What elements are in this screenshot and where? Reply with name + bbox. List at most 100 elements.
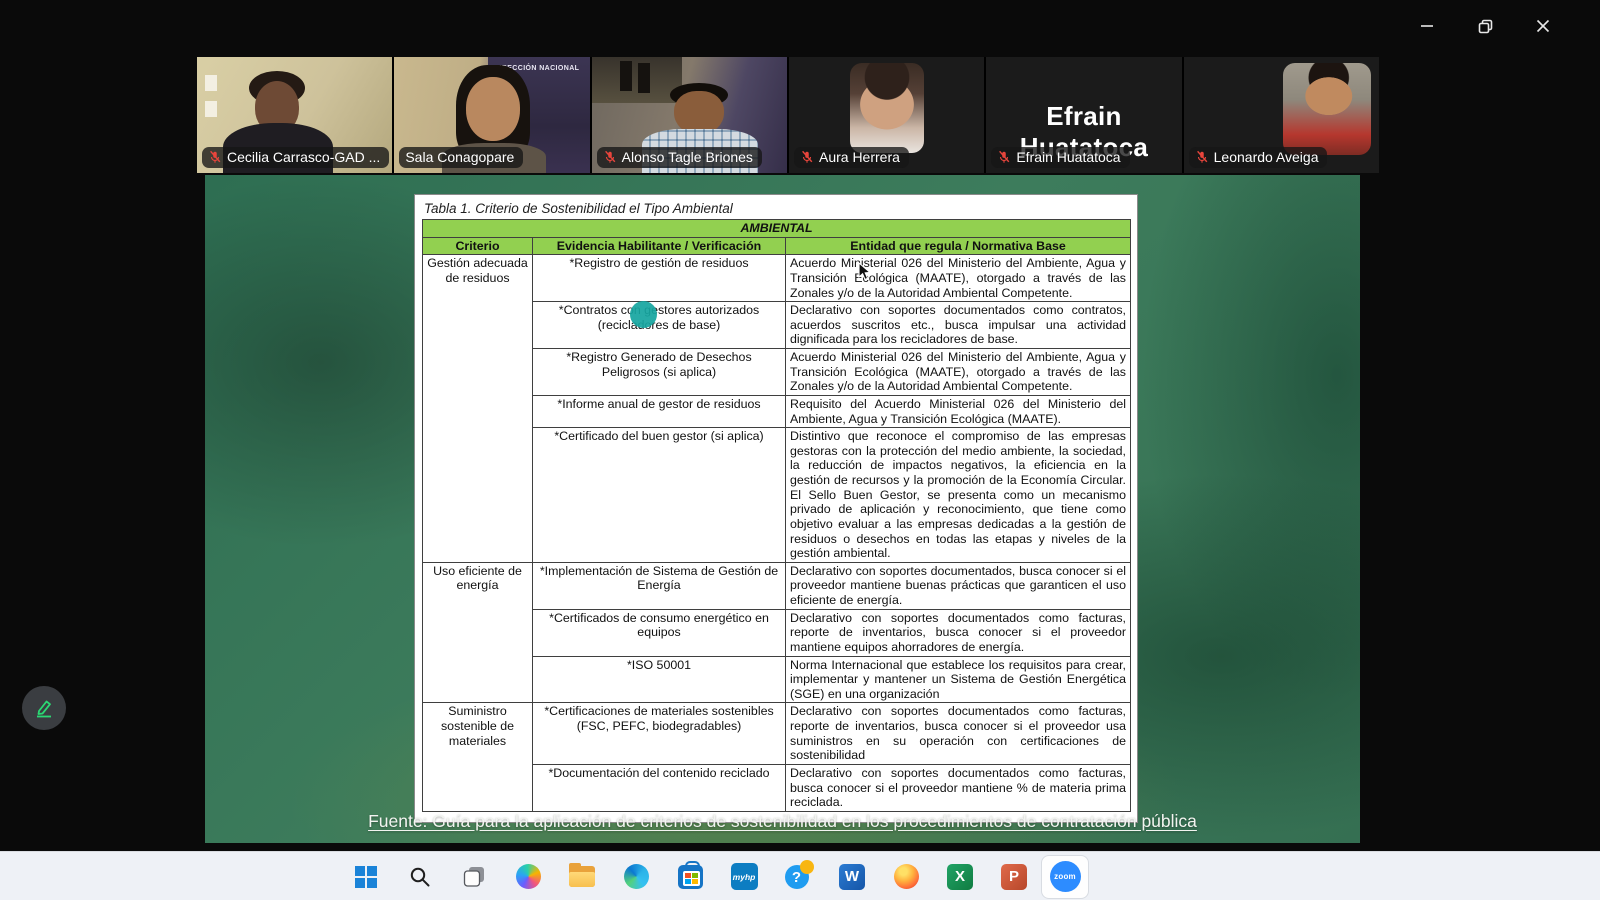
zoom-app-button-active[interactable]: zoom	[1041, 855, 1089, 899]
table-row: Suministro sostenible de materiales *Cer…	[423, 703, 1131, 765]
mic-muted-icon	[997, 150, 1011, 164]
participant-name: Sala Conagopare	[405, 149, 514, 165]
participant-tile-alonso[interactable]: Alonso Tagle Briones	[592, 57, 787, 173]
pencil-icon	[32, 696, 56, 720]
close-icon	[1536, 19, 1550, 33]
word-icon: W	[839, 864, 865, 890]
column-header-criterio: Criterio	[423, 237, 533, 255]
firefox-button[interactable]	[879, 854, 933, 900]
criterio-cell: Uso eficiente de energía	[423, 562, 533, 703]
task-view-button[interactable]	[447, 854, 501, 900]
avatar	[1283, 63, 1371, 155]
myhp-button[interactable]: myhp	[717, 854, 771, 900]
annotation-dot	[630, 301, 657, 328]
participant-tile-cecilia[interactable]: Cecilia Carrasco-GAD ...	[197, 57, 392, 173]
evidencia-cell: *Certificados de consumo energético en e…	[533, 609, 786, 656]
participant-label: Aura Herrera	[794, 147, 909, 168]
mic-muted-icon	[208, 150, 222, 164]
search-icon	[408, 865, 432, 889]
evidencia-cell: *Implementación de Sistema de Gestión de…	[533, 562, 786, 609]
copilot-button[interactable]	[501, 854, 555, 900]
minimize-icon	[1420, 19, 1434, 33]
participant-name: Aura Herrera	[819, 149, 900, 165]
search-button[interactable]	[393, 854, 447, 900]
get-help-icon: ?	[785, 863, 812, 890]
entidad-cell: Declarativo con soportes documentados co…	[786, 703, 1131, 765]
microsoft-store-button[interactable]	[663, 854, 717, 900]
entidad-cell: Acuerdo Ministerial 026 del Ministerio d…	[786, 255, 1131, 302]
windows-taskbar: 1 myhp ?	[0, 851, 1600, 900]
start-button[interactable]	[339, 854, 393, 900]
microsoft-store-icon	[678, 865, 703, 889]
entidad-cell: Acuerdo Ministerial 026 del Ministerio d…	[786, 349, 1131, 396]
participant-tile-leonardo[interactable]: Leonardo Aveiga	[1184, 57, 1379, 173]
restore-icon	[1478, 19, 1493, 34]
video-gallery: Cecilia Carrasco-GAD ... DIRECCIÓN NACIO…	[197, 57, 1379, 173]
evidencia-cell: *Documentación del contenido reciclado	[533, 764, 786, 811]
participant-tile-sala-active-speaker[interactable]: DIRECCIÓN NACIONAL Sala Conagopare	[394, 57, 589, 173]
participant-name: Cecilia Carrasco-GAD ...	[227, 149, 380, 165]
participant-label: Efrain Huatatoca	[991, 147, 1129, 168]
powerpoint-icon: P	[1001, 864, 1027, 890]
shared-screen-content: Tabla 1. Criterio de Sostenibilidad el T…	[205, 175, 1360, 843]
task-view-icon	[462, 864, 487, 889]
zoom-meeting-window: Cecilia Carrasco-GAD ... DIRECCIÓN NACIO…	[0, 0, 1600, 900]
entidad-cell: Requisito del Acuerdo Ministerial 026 de…	[786, 395, 1131, 427]
restore-button[interactable]	[1462, 10, 1508, 42]
excel-icon: X	[947, 864, 973, 890]
participant-label: Sala Conagopare	[399, 147, 523, 168]
mic-muted-icon	[800, 150, 814, 164]
entidad-cell: Declarativo con soportes documentados co…	[786, 302, 1131, 349]
file-explorer-icon	[569, 866, 595, 887]
table-title: Tabla 1. Criterio de Sostenibilidad el T…	[424, 201, 1130, 216]
file-explorer-button[interactable]	[555, 854, 609, 900]
participant-tile-aura[interactable]: Aura Herrera	[789, 57, 984, 173]
avatar	[850, 63, 924, 153]
mouse-cursor	[857, 262, 873, 287]
evidencia-cell: *Certificado del buen gestor (si aplica)	[533, 428, 786, 563]
table-row: Uso eficiente de energía *Implementación…	[423, 562, 1131, 609]
word-button[interactable]: W	[825, 854, 879, 900]
participant-label: Cecilia Carrasco-GAD ...	[202, 147, 389, 168]
criterio-cell: Gestión adecuada de residuos	[423, 255, 533, 563]
help-notification-dot	[800, 860, 814, 874]
participant-label: Leonardo Aveiga	[1189, 147, 1328, 168]
participant-label: Alonso Tagle Briones	[597, 147, 762, 168]
participant-name: Leonardo Aveiga	[1214, 149, 1319, 165]
table-panel: Tabla 1. Criterio de Sostenibilidad el T…	[415, 195, 1137, 822]
table-merged-header: AMBIENTAL	[423, 220, 1131, 238]
criterio-cell: Suministro sostenible de materiales	[423, 703, 533, 811]
evidencia-cell: *Contratos con gestores autorizados (rec…	[533, 302, 786, 349]
zoom-icon: zoom	[1050, 861, 1081, 892]
column-header-evidencia: Evidencia Habilitante / Verificación	[533, 237, 786, 255]
participant-name: Alonso Tagle Briones	[622, 149, 753, 165]
excel-button[interactable]: X	[933, 854, 987, 900]
windows-logo-icon	[355, 866, 377, 888]
edge-button[interactable]	[609, 854, 663, 900]
source-caption: Fuente: Guía para la aplicación de crite…	[205, 811, 1360, 832]
participant-tile-efrain[interactable]: Efrain Huatatoca Efrain Huatatoca	[986, 57, 1181, 173]
mic-muted-icon	[1195, 150, 1209, 164]
entidad-cell: Declarativo con soportes documentados co…	[786, 764, 1131, 811]
evidencia-cell: *Informe anual de gestor de residuos	[533, 395, 786, 427]
entidad-cell: Distintivo que reconoce el compromiso de…	[786, 428, 1131, 563]
column-header-entidad: Entidad que regula / Normativa Base	[786, 237, 1131, 255]
participant-name: Efrain Huatatoca	[1016, 149, 1120, 165]
minimize-button[interactable]	[1404, 10, 1450, 42]
firefox-icon	[894, 864, 919, 889]
myhp-icon: myhp	[731, 863, 758, 890]
evidencia-cell: *Registro de gestión de residuos	[533, 255, 786, 302]
annotate-pencil-button[interactable]	[22, 686, 66, 730]
evidencia-cell: *ISO 50001	[533, 656, 786, 703]
sustainability-criteria-table: AMBIENTAL Criterio Evidencia Habilitante…	[422, 219, 1131, 812]
evidencia-cell: *Registro Generado de Desechos Peligroso…	[533, 349, 786, 396]
evidencia-cell: *Certificaciones de materiales sostenibl…	[533, 703, 786, 765]
entidad-cell: Norma Internacional que establece los re…	[786, 656, 1131, 703]
get-help-button[interactable]: ?	[771, 854, 825, 900]
powerpoint-button[interactable]: P	[987, 854, 1041, 900]
copilot-icon	[516, 864, 541, 889]
table-row: Gestión adecuada de residuos *Registro d…	[423, 255, 1131, 302]
edge-icon	[624, 864, 649, 889]
mic-muted-icon	[603, 150, 617, 164]
close-button[interactable]	[1520, 10, 1566, 42]
